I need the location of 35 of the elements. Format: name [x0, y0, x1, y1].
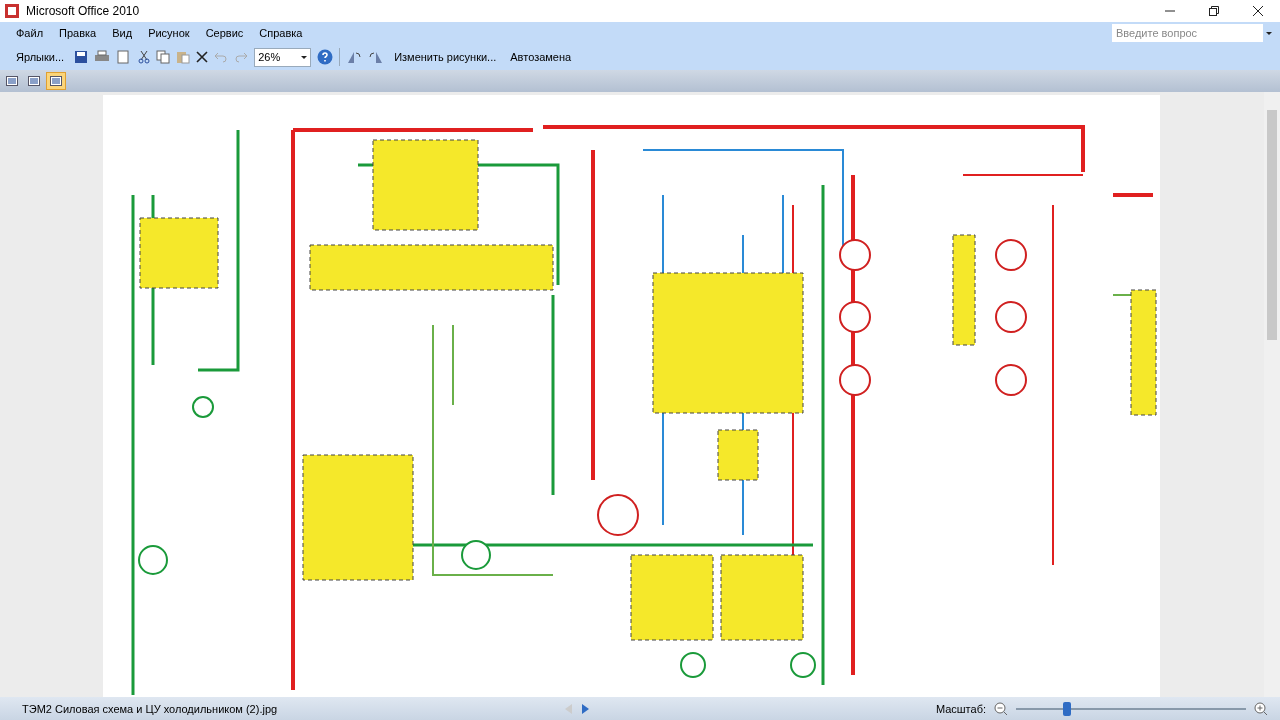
copy-icon[interactable] — [156, 50, 171, 64]
picture-icon — [28, 76, 40, 86]
app-icon — [4, 3, 20, 19]
restore-icon[interactable] — [1208, 5, 1220, 17]
menu-item[interactable]: Рисунок — [142, 25, 196, 41]
delete-icon[interactable] — [196, 51, 209, 63]
edit-pictures-button[interactable]: Изменить рисунки... — [390, 49, 501, 65]
zoom-label: Масштаб: — [935, 702, 986, 715]
menu-item[interactable]: Сервис — [199, 25, 250, 41]
window-title: Microsoft Office 2010 — [26, 4, 140, 18]
help-search-field[interactable]: Введите вопрос — [1112, 24, 1263, 42]
shortcuts-button[interactable]: Ярлыки... — [12, 49, 69, 65]
menu-item[interactable]: Справка — [253, 25, 309, 41]
print-icon[interactable] — [94, 50, 111, 64]
zoom-out-icon[interactable] — [994, 701, 1008, 716]
menu-item[interactable]: Вид — [106, 25, 139, 41]
paste-icon[interactable] — [176, 50, 191, 64]
next-icon[interactable] — [581, 703, 590, 714]
rotate-right-icon[interactable] — [368, 50, 385, 64]
zoom-in-icon[interactable] — [1254, 701, 1268, 716]
view-mode-button[interactable] — [46, 72, 66, 90]
picture-icon — [50, 76, 62, 86]
menu-item[interactable]: Правка — [53, 25, 103, 41]
vertical-scrollbar[interactable] — [1264, 92, 1280, 697]
help-icon[interactable] — [317, 49, 334, 65]
menu-item[interactable]: Файл — [10, 25, 50, 41]
save-icon[interactable] — [74, 50, 89, 64]
file-name: ТЭМ2 Силовая схема и ЦУ холодильником (2).jpg — [22, 702, 278, 715]
cut-icon[interactable] — [138, 50, 151, 64]
zoom-dropdown[interactable]: 26% — [254, 47, 312, 67]
autocorrect-button[interactable]: Автозамена — [506, 49, 576, 65]
dropdown-arrow-icon[interactable] — [1266, 31, 1272, 35]
rotate-left-icon[interactable] — [346, 50, 363, 64]
picture-icon — [6, 76, 18, 86]
close-icon[interactable] — [1252, 5, 1264, 17]
